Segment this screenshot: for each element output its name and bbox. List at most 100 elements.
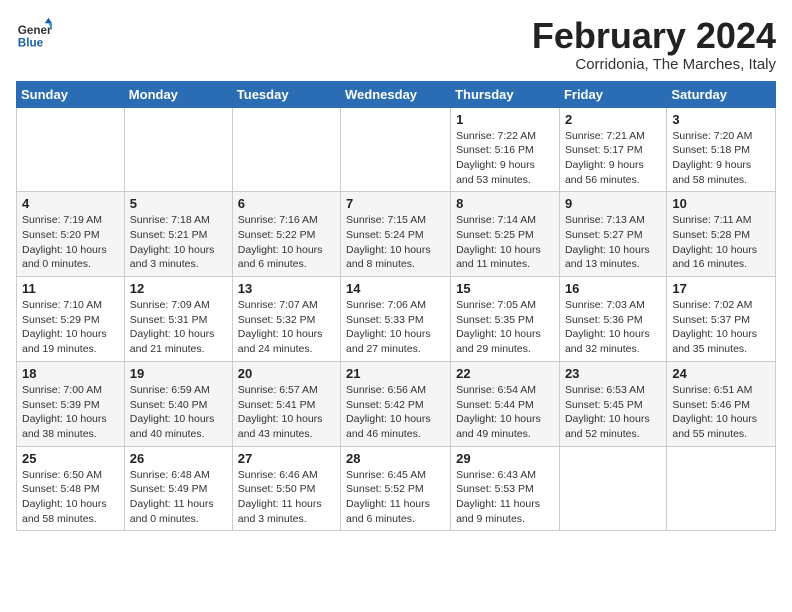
day-info: Sunrise: 6:43 AMSunset: 5:53 PMDaylight:… <box>456 468 554 527</box>
day-number: 1 <box>456 112 554 127</box>
day-number: 14 <box>346 281 445 296</box>
calendar-cell: 11 Sunrise: 7:10 AMSunset: 5:29 PMDayligh… <box>17 277 125 362</box>
calendar-cell <box>559 446 666 531</box>
day-number: 25 <box>22 451 119 466</box>
day-info: Sunrise: 7:07 AMSunset: 5:32 PMDaylight:… <box>238 298 335 357</box>
page-header: General Blue February 2024 Corridonia, T… <box>16 16 776 73</box>
day-number: 10 <box>672 196 770 211</box>
day-info: Sunrise: 7:14 AMSunset: 5:25 PMDaylight:… <box>456 213 554 272</box>
day-number: 23 <box>565 366 661 381</box>
calendar-cell <box>17 107 125 192</box>
day-info: Sunrise: 6:54 AMSunset: 5:44 PMDaylight:… <box>456 383 554 442</box>
day-info: Sunrise: 7:10 AMSunset: 5:29 PMDaylight:… <box>22 298 119 357</box>
day-number: 22 <box>456 366 554 381</box>
day-info: Sunrise: 7:18 AMSunset: 5:21 PMDaylight:… <box>130 213 227 272</box>
day-number: 8 <box>456 196 554 211</box>
weekday-header-row: SundayMondayTuesdayWednesdayThursdayFrid… <box>17 81 776 107</box>
day-info: Sunrise: 7:16 AMSunset: 5:22 PMDaylight:… <box>238 213 335 272</box>
day-number: 29 <box>456 451 554 466</box>
calendar-cell: 16Sunrise: 7:03 AMSunset: 5:36 PMDayligh… <box>559 277 666 362</box>
calendar-cell: 1Sunrise: 7:22 AMSunset: 5:16 PMDaylight… <box>451 107 560 192</box>
calendar-cell: 12 Sunrise: 7:09 AMSunset: 5:31 PMDayligh… <box>124 277 232 362</box>
calendar-cell <box>667 446 776 531</box>
day-number: 6 <box>238 196 335 211</box>
day-number: 13 <box>238 281 335 296</box>
svg-text:General: General <box>18 24 52 37</box>
calendar-week-row: 4 Sunrise: 7:19 AMSunset: 5:20 PMDaylight… <box>17 192 776 277</box>
calendar-cell: 22 Sunrise: 6:54 AMSunset: 5:44 PMDayligh… <box>451 361 560 446</box>
weekday-header-friday: Friday <box>559 81 666 107</box>
day-number: 21 <box>346 366 445 381</box>
day-number: 19 <box>130 366 227 381</box>
weekday-header-monday: Monday <box>124 81 232 107</box>
day-number: 16 <box>565 281 661 296</box>
day-info: Sunrise: 7:02 AMSunset: 5:37 PMDaylight:… <box>672 298 770 357</box>
day-number: 4 <box>22 196 119 211</box>
day-info: Sunrise: 7:05 AMSunset: 5:35 PMDaylight:… <box>456 298 554 357</box>
day-number: 11 <box>22 281 119 296</box>
calendar-cell: 9Sunrise: 7:13 AMSunset: 5:27 PMDaylight… <box>559 192 666 277</box>
title-block: February 2024 Corridonia, The Marches, I… <box>532 16 776 73</box>
day-info: Sunrise: 6:45 AMSunset: 5:52 PMDaylight:… <box>346 468 445 527</box>
weekday-header-saturday: Saturday <box>667 81 776 107</box>
day-number: 26 <box>130 451 227 466</box>
logo-icon: General Blue <box>16 16 52 52</box>
calendar-cell: 18 Sunrise: 7:00 AMSunset: 5:39 PMDayligh… <box>17 361 125 446</box>
calendar-cell: 21 Sunrise: 6:56 AMSunset: 5:42 PMDayligh… <box>341 361 451 446</box>
day-number: 24 <box>672 366 770 381</box>
calendar-cell: 17 Sunrise: 7:02 AMSunset: 5:37 PMDayligh… <box>667 277 776 362</box>
calendar-cell: 10 Sunrise: 7:11 AMSunset: 5:28 PMDayligh… <box>667 192 776 277</box>
calendar-cell: 6 Sunrise: 7:16 AMSunset: 5:22 PMDaylight… <box>232 192 340 277</box>
calendar-cell: 29 Sunrise: 6:43 AMSunset: 5:53 PMDayligh… <box>451 446 560 531</box>
calendar-cell: 20Sunrise: 6:57 AMSunset: 5:41 PMDayligh… <box>232 361 340 446</box>
day-info: Sunrise: 7:20 AMSunset: 5:18 PMDaylight:… <box>672 129 770 188</box>
day-number: 7 <box>346 196 445 211</box>
day-number: 3 <box>672 112 770 127</box>
calendar-cell: 7 Sunrise: 7:15 AMSunset: 5:24 PMDaylight… <box>341 192 451 277</box>
day-number: 12 <box>130 281 227 296</box>
calendar-week-row: 18 Sunrise: 7:00 AMSunset: 5:39 PMDayligh… <box>17 361 776 446</box>
day-info: Sunrise: 7:13 AMSunset: 5:27 PMDaylight:… <box>565 213 661 272</box>
weekday-header-wednesday: Wednesday <box>341 81 451 107</box>
calendar-cell: 4 Sunrise: 7:19 AMSunset: 5:20 PMDaylight… <box>17 192 125 277</box>
weekday-header-tuesday: Tuesday <box>232 81 340 107</box>
calendar-week-row: 1Sunrise: 7:22 AMSunset: 5:16 PMDaylight… <box>17 107 776 192</box>
day-info: Sunrise: 6:53 AMSunset: 5:45 PMDaylight:… <box>565 383 661 442</box>
calendar-cell <box>124 107 232 192</box>
calendar-cell <box>232 107 340 192</box>
day-number: 5 <box>130 196 227 211</box>
calendar-cell: 26 Sunrise: 6:48 AMSunset: 5:49 PMDayligh… <box>124 446 232 531</box>
day-info: Sunrise: 7:06 AMSunset: 5:33 PMDaylight:… <box>346 298 445 357</box>
day-info: Sunrise: 7:21 AMSunset: 5:17 PMDaylight:… <box>565 129 661 188</box>
calendar-cell: 19 Sunrise: 6:59 AMSunset: 5:40 PMDayligh… <box>124 361 232 446</box>
calendar-cell: 25 Sunrise: 6:50 AMSunset: 5:48 PMDayligh… <box>17 446 125 531</box>
day-info: Sunrise: 7:15 AMSunset: 5:24 PMDaylight:… <box>346 213 445 272</box>
day-info: Sunrise: 7:11 AMSunset: 5:28 PMDaylight:… <box>672 213 770 272</box>
calendar-cell <box>341 107 451 192</box>
day-info: Sunrise: 7:00 AMSunset: 5:39 PMDaylight:… <box>22 383 119 442</box>
calendar-cell: 2Sunrise: 7:21 AMSunset: 5:17 PMDaylight… <box>559 107 666 192</box>
calendar-cell: 14 Sunrise: 7:06 AMSunset: 5:33 PMDayligh… <box>341 277 451 362</box>
day-number: 17 <box>672 281 770 296</box>
day-info: Sunrise: 6:57 AMSunset: 5:41 PMDaylight:… <box>238 383 335 442</box>
calendar-cell: 5 Sunrise: 7:18 AMSunset: 5:21 PMDaylight… <box>124 192 232 277</box>
day-number: 18 <box>22 366 119 381</box>
calendar-cell: 13 Sunrise: 7:07 AMSunset: 5:32 PMDayligh… <box>232 277 340 362</box>
day-info: Sunrise: 6:46 AMSunset: 5:50 PMDaylight:… <box>238 468 335 527</box>
calendar-cell: 8 Sunrise: 7:14 AMSunset: 5:25 PMDaylight… <box>451 192 560 277</box>
day-info: Sunrise: 6:51 AMSunset: 5:46 PMDaylight:… <box>672 383 770 442</box>
day-info: Sunrise: 6:56 AMSunset: 5:42 PMDaylight:… <box>346 383 445 442</box>
calendar-cell: 3 Sunrise: 7:20 AMSunset: 5:18 PMDaylight… <box>667 107 776 192</box>
weekday-header-thursday: Thursday <box>451 81 560 107</box>
day-info: Sunrise: 6:59 AMSunset: 5:40 PMDaylight:… <box>130 383 227 442</box>
day-info: Sunrise: 6:50 AMSunset: 5:48 PMDaylight:… <box>22 468 119 527</box>
weekday-header-sunday: Sunday <box>17 81 125 107</box>
calendar-cell: 24 Sunrise: 6:51 AMSunset: 5:46 PMDayligh… <box>667 361 776 446</box>
calendar-week-row: 11 Sunrise: 7:10 AMSunset: 5:29 PMDayligh… <box>17 277 776 362</box>
logo: General Blue <box>16 16 56 52</box>
day-info: Sunrise: 7:19 AMSunset: 5:20 PMDaylight:… <box>22 213 119 272</box>
calendar-week-row: 25 Sunrise: 6:50 AMSunset: 5:48 PMDayligh… <box>17 446 776 531</box>
day-info: Sunrise: 6:48 AMSunset: 5:49 PMDaylight:… <box>130 468 227 527</box>
day-info: Sunrise: 7:09 AMSunset: 5:31 PMDaylight:… <box>130 298 227 357</box>
svg-text:Blue: Blue <box>18 37 44 50</box>
